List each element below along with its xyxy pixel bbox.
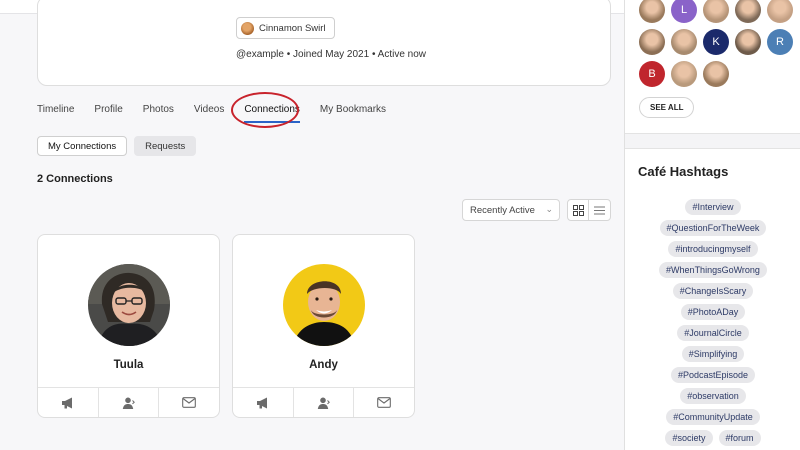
- hashtag-chip[interactable]: #WhenThingsGoWrong: [659, 262, 767, 278]
- member-avatar[interactable]: [735, 0, 761, 23]
- hashtag-chip[interactable]: #Simplifying: [681, 346, 745, 362]
- my-connections-button[interactable]: My Connections: [37, 136, 128, 156]
- hashtag-row: #QuestionForTheWeek: [659, 220, 767, 236]
- member-avatar[interactable]: [703, 61, 729, 87]
- hashtag-row: #PhotoADay: [680, 304, 746, 320]
- tab-profile[interactable]: Profile: [94, 104, 122, 123]
- profile-tabs: Timeline Profile Photos Videos Connectio…: [37, 104, 406, 123]
- connection-name[interactable]: Tuula: [38, 359, 219, 371]
- hashtag-chip[interactable]: #society: [665, 430, 713, 446]
- avatar[interactable]: [88, 264, 170, 346]
- grid-view-button[interactable]: [568, 200, 590, 220]
- see-all-button[interactable]: SEE ALL: [639, 97, 695, 118]
- badge-label: Cinnamon Swirl: [259, 22, 326, 34]
- connections-count: 2 Connections: [37, 173, 113, 185]
- chevron-down-icon: ⌄: [545, 204, 553, 214]
- profile-meta: @example • Joined May 2021 • Active now: [236, 49, 427, 60]
- hashtag-chip[interactable]: #QuestionForTheWeek: [659, 220, 767, 236]
- member-avatar[interactable]: [671, 61, 697, 87]
- hashtag-row: #PodcastEpisode: [670, 367, 756, 383]
- tab-connections[interactable]: Connections: [244, 104, 300, 123]
- hashtag-chip[interactable]: #introducingmyself: [668, 241, 758, 257]
- hashtag-row: #society #forum: [665, 430, 761, 446]
- hashtag-row: #observation: [680, 388, 746, 404]
- hashtag-row: #Interview: [685, 199, 741, 215]
- connection-name[interactable]: Andy: [233, 359, 414, 371]
- hashtag-row: #ChangeIsScary: [672, 283, 754, 299]
- connection-card[interactable]: Andy: [232, 234, 415, 418]
- avatar[interactable]: [283, 264, 365, 346]
- hashtag-chip[interactable]: #forum: [718, 430, 761, 446]
- tab-my-bookmarks[interactable]: My Bookmarks: [320, 104, 386, 123]
- tab-timeline[interactable]: Timeline: [37, 104, 74, 123]
- user-icon: [122, 397, 135, 409]
- hashtag-chip[interactable]: #JournalCircle: [677, 325, 749, 341]
- connection-actions: [233, 387, 414, 417]
- user-icon: [317, 397, 330, 409]
- envelope-icon: [182, 397, 197, 408]
- hashtags-widget: Café Hashtags #Interview #QuestionForTheW…: [625, 148, 800, 450]
- member-avatar[interactable]: [639, 29, 665, 55]
- avatar-letter: R: [776, 36, 784, 48]
- connection-card[interactable]: Tuula: [37, 234, 220, 418]
- grid-icon: [572, 204, 584, 216]
- message-button[interactable]: [159, 388, 219, 417]
- connection-actions: [38, 387, 219, 417]
- member-avatar[interactable]: [735, 29, 761, 55]
- tab-videos[interactable]: Videos: [194, 104, 224, 123]
- megaphone-icon: [61, 397, 72, 408]
- member-avatar[interactable]: [671, 29, 697, 55]
- member-type-badge[interactable]: Cinnamon Swirl: [236, 17, 335, 39]
- hashtag-list: #Interview #QuestionForTheWeek #introducin…: [625, 199, 800, 446]
- member-avatar[interactable]: R: [767, 29, 793, 55]
- message-button[interactable]: [354, 388, 414, 417]
- connection-subtabs: My Connections Requests: [37, 136, 197, 156]
- connect-button[interactable]: [99, 388, 160, 417]
- sort-select-value: Recently Active: [470, 204, 535, 216]
- hashtag-chip[interactable]: #ChangeIsScary: [672, 283, 754, 299]
- hashtag-chip[interactable]: #CommunityUpdate: [666, 409, 760, 425]
- member-avatar[interactable]: K: [703, 29, 729, 55]
- hashtag-row: #introducingmyself: [668, 241, 758, 257]
- view-toggle: [567, 199, 611, 221]
- member-avatar[interactable]: [767, 0, 793, 23]
- avatar-letter: L: [680, 4, 688, 16]
- members-widget: L K R B SEE ALL: [625, 0, 800, 134]
- hashtag-chip[interactable]: #PodcastEpisode: [670, 367, 756, 383]
- follow-button[interactable]: [38, 388, 99, 417]
- profile-photo-icon: [88, 264, 170, 346]
- member-avatar[interactable]: [703, 0, 729, 23]
- profile-card: Cinnamon Swirl @example • Joined May 202…: [37, 0, 611, 86]
- right-sidebar: L K R B SEE ALL Café Hashtags #Interview #Qu…: [624, 0, 800, 450]
- member-avatar[interactable]: B: [639, 61, 665, 87]
- sort-select[interactable]: Recently Active ⌄: [462, 199, 560, 221]
- hashtag-row: #Simplifying: [681, 346, 745, 362]
- hashtags-title: Café Hashtags: [638, 164, 729, 179]
- hashtag-chip[interactable]: #PhotoADay: [680, 304, 746, 320]
- envelope-icon: [377, 397, 392, 408]
- hashtag-chip[interactable]: #Interview: [685, 199, 741, 215]
- hashtag-row: #CommunityUpdate: [666, 409, 760, 425]
- badge-avatar-icon: [241, 21, 254, 35]
- list-icon: [594, 206, 605, 214]
- hashtag-row: #WhenThingsGoWrong: [659, 262, 767, 278]
- main-column: Cinnamon Swirl @example • Joined May 202…: [0, 0, 624, 450]
- follow-button[interactable]: [233, 388, 294, 417]
- avatar-letter: K: [712, 36, 720, 48]
- hashtag-row: #JournalCircle: [677, 325, 749, 341]
- list-view-button[interactable]: [589, 200, 610, 220]
- avatar-letter: B: [648, 68, 656, 80]
- requests-button[interactable]: Requests: [134, 136, 197, 156]
- megaphone-icon: [256, 397, 267, 408]
- hashtag-chip[interactable]: #observation: [680, 388, 746, 404]
- member-avatar[interactable]: L: [671, 0, 697, 23]
- connect-button[interactable]: [294, 388, 355, 417]
- profile-photo-icon: [283, 264, 365, 346]
- tab-photos[interactable]: Photos: [143, 104, 174, 123]
- member-avatar[interactable]: [639, 0, 665, 23]
